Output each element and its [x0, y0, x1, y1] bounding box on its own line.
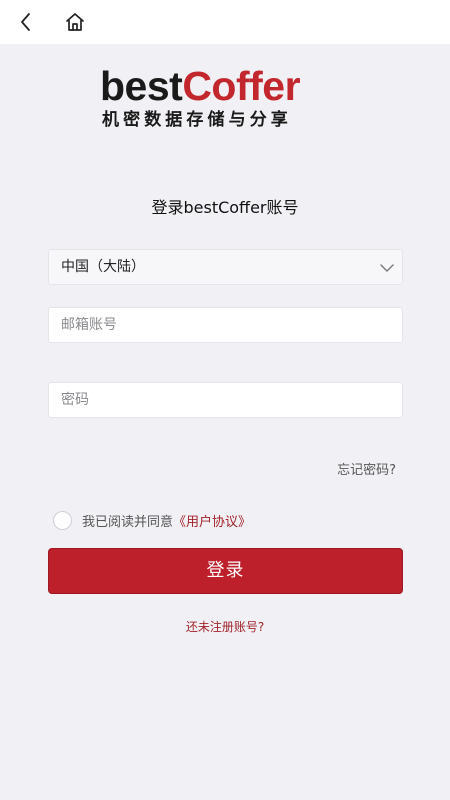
- chevron-left-icon[interactable]: [14, 10, 38, 34]
- top-nav-bar: [0, 0, 450, 44]
- register-link[interactable]: 还未注册账号?: [0, 618, 450, 635]
- logo-tagline: 机密数据存储与分享: [102, 110, 292, 130]
- home-glyph: [66, 13, 84, 31]
- agreement-checkbox[interactable]: [53, 510, 72, 530]
- logo-wordmark: bestCoffer: [100, 63, 301, 109]
- bestcoffer-logo: bestCoffer 机密数据存储与分享: [100, 63, 350, 130]
- region-select[interactable]: 中国（大陆）: [48, 249, 403, 285]
- user-agreement-link[interactable]: 《用户协议》: [173, 511, 251, 530]
- password-field-box: [48, 382, 403, 418]
- back-arrow-glyph: [21, 13, 30, 31]
- home-icon[interactable]: [63, 10, 87, 34]
- logo-word-coffer: Coffer: [182, 63, 301, 109]
- email-field-box: [48, 307, 403, 343]
- chevron-down-glyph: [380, 264, 394, 272]
- logo-word-best: best: [100, 63, 183, 109]
- chevron-down-icon: [380, 260, 394, 274]
- login-title: 登录bestCoffer账号: [151, 198, 299, 217]
- login-button[interactable]: 登录: [48, 548, 403, 594]
- agreement-text: 我已阅读并同意: [82, 514, 174, 530]
- region-select-value: 中国（大陆）: [61, 259, 145, 275]
- forgot-password-link[interactable]: 忘记密码?: [337, 459, 396, 478]
- agreement-row: 我已阅读并同意 《用户协议》: [53, 510, 251, 530]
- email-input[interactable]: [61, 308, 381, 342]
- password-input[interactable]: [61, 383, 381, 417]
